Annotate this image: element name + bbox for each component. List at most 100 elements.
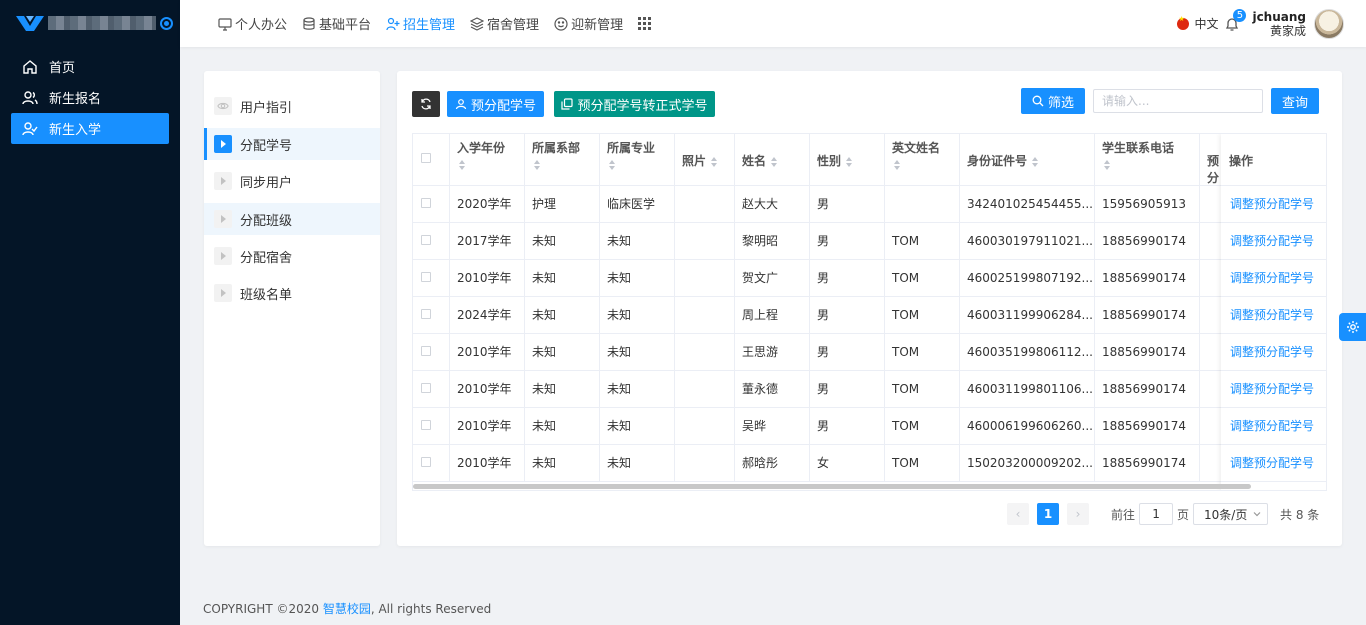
convert-to-formal-id-button[interactable]: 预分配学号转正式学号 [554,91,715,117]
topnav-label: 迎新管理 [571,18,624,33]
step-item-class-roster[interactable]: 班级名单 [204,277,380,309]
table-row[interactable]: 2020学年 护理 临床医学 赵大大男 342401025454455... 159569… [413,186,1326,223]
topnav-dormitory[interactable]: 宿舍管理 [470,14,539,33]
layers-icon [470,16,485,31]
step-item-sync-users[interactable]: 同步用户 [204,165,380,197]
topnav-welcome[interactable]: 迎新管理 [554,14,623,33]
notification-bell[interactable]: 5 [1224,8,1247,32]
cell-photo [675,223,735,260]
cell-en [885,186,960,223]
sort-icon[interactable] [711,156,718,167]
table-row[interactable]: 2010学年 未知 未知 吴晔男 TOM 460006199606260... 188569… [413,408,1326,445]
sort-icon[interactable] [609,160,616,170]
row-checkbox[interactable] [421,420,431,430]
chevron-down-icon [1253,512,1261,517]
adjust-prealloc-link[interactable]: 调整预分配学号 [1221,334,1326,371]
cell-name: 董永德 [735,371,810,408]
adjust-prealloc-link[interactable]: 调整预分配学号 [1221,408,1326,445]
query-button[interactable]: 查询 [1271,88,1319,114]
sort-icon[interactable] [1104,160,1111,170]
page-size-select[interactable]: 10条/页 [1193,503,1269,525]
adjust-prealloc-link[interactable]: 调整预分配学号 [1221,445,1326,482]
step-item-assign-dorm[interactable]: 分配宿舍 [204,240,380,272]
col-header-phone[interactable]: 学生联系电话 [1095,134,1200,186]
total-count: 共 8 条 [1280,507,1320,522]
step-item-user-guide[interactable]: 用户指引 [204,90,380,122]
row-checkbox[interactable] [421,272,431,282]
search-input[interactable] [1093,89,1263,113]
adjust-prealloc-link[interactable]: 调整预分配学号 [1221,223,1326,260]
row-checkbox[interactable] [421,309,431,319]
footer-link[interactable]: 智慧校园 [323,602,371,616]
row-checkbox[interactable] [421,198,431,208]
table-row[interactable]: 2017学年 未知 未知 黎明昭男 TOM 460030197911021... 18856… [413,223,1326,260]
cell-id: 460031199906284... [960,297,1095,334]
settings-float-button[interactable] [1339,313,1366,341]
col-header-english-name[interactable]: 英文姓名 [885,134,960,186]
filter-button[interactable]: 筛选 [1021,88,1085,114]
sort-icon[interactable] [894,160,901,170]
step-item-assign-student-id[interactable]: 分配学号 [204,128,380,160]
cell-phone: 18856990174 [1095,371,1200,408]
avatar[interactable] [1314,8,1344,39]
col-header-photo[interactable]: 照片 [675,134,735,186]
footer-rights: , All rights Reserved [370,602,492,616]
sidebar-item-admission[interactable]: 新生入学 [11,113,169,144]
users-icon [22,90,38,104]
adjust-prealloc-link[interactable]: 调整预分配学号 [1221,297,1326,334]
col-header-id-number[interactable]: 身份证件号 [960,134,1095,186]
refresh-button[interactable] [412,91,440,117]
table-row[interactable]: 2024学年 未知 未知 周上程男 TOM 460031199906284... 18856… [413,297,1326,334]
select-cell [413,445,450,482]
row-checkbox[interactable] [421,457,431,467]
col-header-name[interactable]: 姓名 [735,134,810,186]
cell-year: 2010学年 [450,371,525,408]
cell-phone: 18856990174 [1095,223,1200,260]
language-switch[interactable]: 中文 [1194,15,1218,32]
sort-icon[interactable] [771,156,778,167]
topnav-label: 基础平台 [319,18,372,33]
adjust-prealloc-link[interactable]: 调整预分配学号 [1221,186,1326,223]
horizontal-scrollbar[interactable] [413,484,1251,489]
col-header-major[interactable]: 所属专业 [600,134,675,186]
sidebar-item-home[interactable]: 首页 [11,51,169,82]
goto-page-input[interactable] [1139,503,1174,525]
table-row[interactable]: 2010学年 未知 未知 王思游男 TOM 460035199806112... 18856… [413,334,1326,371]
topnav-admissions[interactable]: 招生管理 [386,14,455,33]
collapse-icon[interactable] [160,16,173,30]
col-header-dept[interactable]: 所属系部 [525,134,600,186]
next-page-button[interactable]: › [1067,503,1089,525]
sort-icon[interactable] [846,156,853,167]
cell-id: 460006199606260... [960,408,1095,445]
step-item-assign-class[interactable]: 分配班级 [204,203,380,235]
sort-icon[interactable] [1032,156,1039,167]
select-cell [413,297,450,334]
cell-name: 周上程 [735,297,810,334]
row-checkbox[interactable] [421,346,431,356]
col-header-year[interactable]: 入学年份 [450,134,525,186]
pagination: ‹ 1 › 前往 页 10条/页 共 8 条 [1007,503,1319,525]
topnav-base-platform[interactable]: 基础平台 [302,14,371,33]
row-checkbox[interactable] [421,383,431,393]
prev-page-button[interactable]: ‹ [1007,503,1029,525]
topnav-personal-office[interactable]: 个人办公 [218,14,287,33]
sidebar-item-enrollment[interactable]: 新生报名 [11,82,169,113]
table-row[interactable]: 2010学年 未知 未知 郝晗彤女 TOM 150203200009202... 18856… [413,445,1326,482]
col-header-gender[interactable]: 性别 [810,134,885,186]
sort-icon[interactable] [534,160,541,170]
table-row[interactable]: 2010学年 未知 未知 董永德男 TOM 460031199801106... 18856… [413,371,1326,408]
user-info[interactable]: jchuang 黄家成 [1252,10,1306,38]
prealloc-student-id-button[interactable]: 预分配学号 [447,91,544,117]
page-number-current[interactable]: 1 [1037,503,1059,525]
adjust-prealloc-link[interactable]: 调整预分配学号 [1221,260,1326,297]
user-check-icon [22,121,38,135]
cell-id: 150203200009202... [960,445,1095,482]
app-logo[interactable] [16,12,176,34]
select-all-checkbox[interactable] [421,153,431,163]
sort-icon[interactable] [459,160,466,170]
table-header: 入学年份 所属系部 所属专业 照片 姓名 性别 英文姓名 身份证件号 学生联系电… [413,134,1326,186]
apps-grid-icon[interactable] [638,17,652,30]
table-row[interactable]: 2010学年 未知 未知 贺文广男 TOM 460025199807192... 18856… [413,260,1326,297]
adjust-prealloc-link[interactable]: 调整预分配学号 [1221,371,1326,408]
row-checkbox[interactable] [421,235,431,245]
